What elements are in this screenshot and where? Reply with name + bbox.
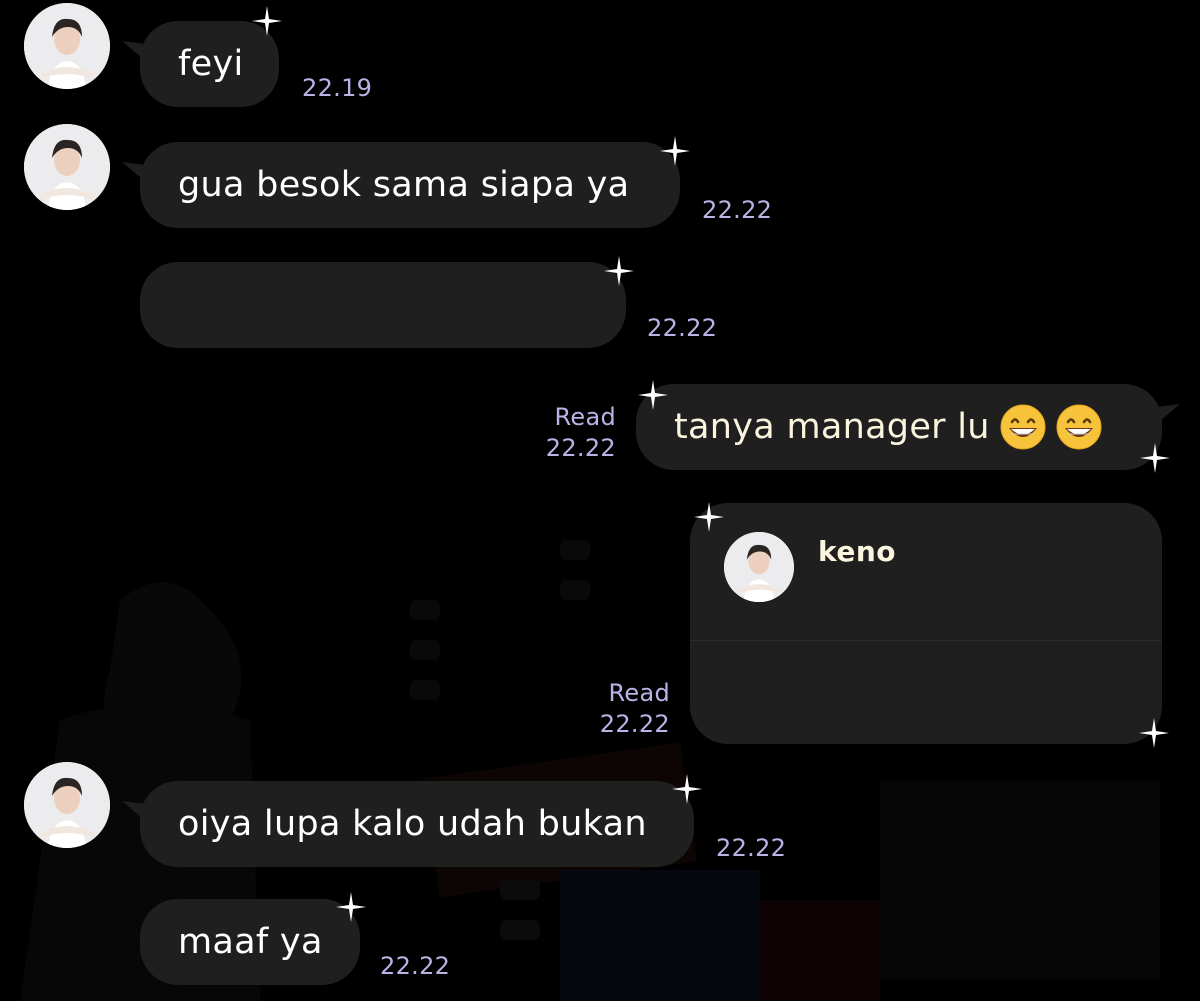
sparkle-icon — [604, 256, 634, 286]
avatar[interactable] — [24, 124, 110, 210]
message-meta: Read 22.22 — [530, 402, 616, 464]
sparkle-icon — [1140, 443, 1170, 473]
message-timestamp: 22.22 — [545, 434, 616, 462]
sparkle-icon — [336, 892, 366, 922]
message-bubble[interactable]: gua besok sama siapa ya — [140, 142, 680, 228]
read-status: Read — [608, 679, 670, 707]
message-meta: Read 22.22 — [584, 678, 670, 740]
sparkle-icon — [1139, 718, 1169, 748]
sparkle-icon — [638, 380, 668, 410]
message-bubble[interactable]: maaf ya — [140, 899, 360, 985]
message-text: feyi — [178, 44, 244, 84]
card-divider — [690, 640, 1162, 641]
avatar[interactable] — [24, 3, 110, 89]
sparkle-icon — [672, 774, 702, 804]
message-timestamp: 22.22 — [647, 314, 718, 342]
read-status: Read — [554, 403, 616, 431]
contact-card[interactable]: keno — [690, 503, 1162, 744]
avatar[interactable] — [24, 762, 110, 848]
sparkle-icon — [660, 136, 690, 166]
grinning-emoji-icon — [1056, 404, 1102, 450]
message-bubble[interactable]: oiya lupa kalo udah bukan — [140, 781, 694, 867]
message-bubble-empty[interactable] — [140, 262, 626, 348]
message-content: tanya manager lu — [674, 384, 1102, 470]
message-timestamp: 22.19 — [302, 74, 373, 102]
contact-avatar[interactable] — [724, 532, 794, 602]
grinning-emoji-icon — [1000, 404, 1046, 450]
sparkle-icon — [252, 6, 282, 36]
message-timestamp: 22.22 — [599, 710, 670, 738]
message-text: maaf ya — [178, 922, 323, 962]
message-text: tanya manager lu — [674, 407, 990, 447]
message-bubble-outgoing[interactable]: tanya manager lu — [636, 384, 1162, 470]
message-text: oiya lupa kalo udah bukan — [178, 804, 647, 844]
message-text: gua besok sama siapa ya — [178, 165, 630, 205]
contact-name: keno — [818, 535, 897, 568]
message-timestamp: 22.22 — [702, 196, 773, 224]
message-timestamp: 22.22 — [380, 952, 451, 980]
sparkle-icon — [694, 502, 724, 532]
message-timestamp: 22.22 — [716, 834, 787, 862]
